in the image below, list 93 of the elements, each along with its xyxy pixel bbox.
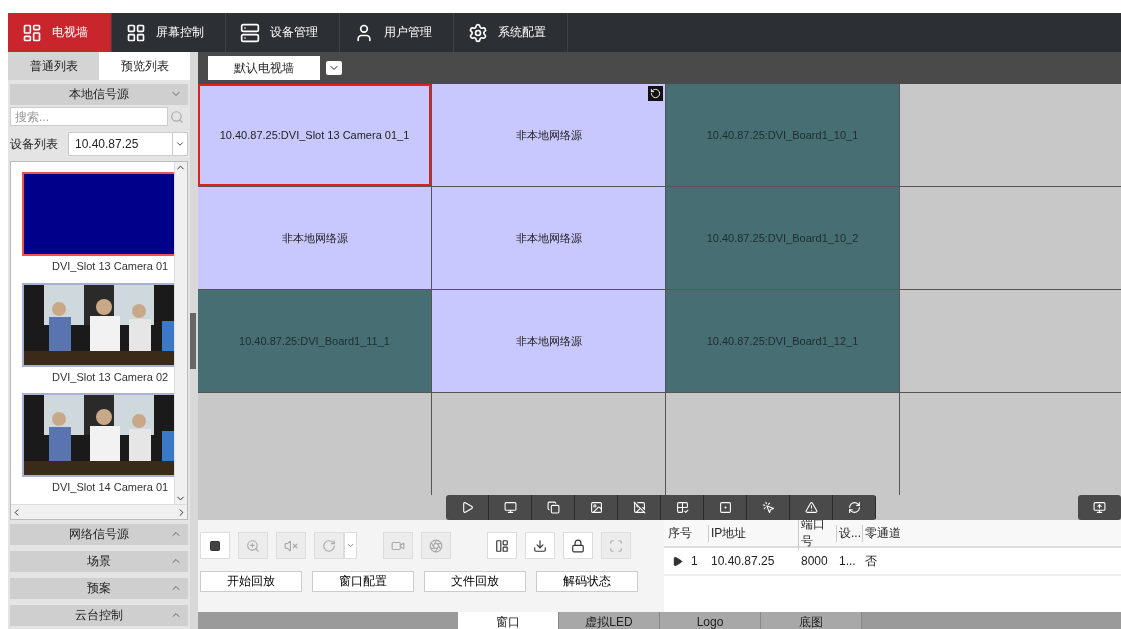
thumbnail-caption: DVI_Slot 13 Camera 01 [52,260,170,272]
image-button[interactable] [575,495,618,520]
stop-icon [209,539,221,552]
column-header[interactable]: 零通道 [862,524,922,542]
refresh-button[interactable] [833,495,876,520]
section-header[interactable]: 预案 [10,578,188,599]
device-select[interactable]: 10.40.87.25 [68,132,188,156]
section-header[interactable]: 网络信号源 [10,524,188,545]
server-icon [240,22,260,43]
window-source-label: 非本地网络源 [515,333,582,349]
window-icon [718,501,732,514]
wall-window[interactable]: 非本地网络源 [432,290,665,392]
thumbnail-caption: DVI_Slot 13 Camera 02 [52,370,170,383]
wall-window[interactable]: 非本地网络源 [432,187,665,289]
monitor-upload-icon [1093,501,1106,514]
refresh-icon [847,501,861,514]
wall-select[interactable]: 默认电视墙 [208,56,320,80]
window-source-label: 10.40.87.25:DVI_Slot 13 Camera 01_1 [219,129,410,141]
bottom-tab[interactable]: Logo [660,612,761,629]
wall-window[interactable]: 非本地网络源 [432,84,665,186]
bottom-tab[interactable]: 窗口 [458,612,559,629]
table-cell-text: 10.40.87.25 [710,554,776,568]
mute-icon [284,538,298,553]
warning-icon [804,501,818,514]
play-button[interactable] [446,495,489,520]
window-source-label: 10.40.87.25:DVI_Board1_12_1 [706,335,859,347]
wall-window[interactable]: 非本地网络源 [198,187,431,289]
list-tab[interactable]: 预览列表 [99,52,190,80]
rotate-icon [322,538,336,553]
table-cell-text: 否 [864,552,878,570]
copy-icon [546,501,560,514]
image-icon [589,501,603,514]
wall-window[interactable]: 10.40.87.25:DVI_Slot 13 Camera 01_1 [198,84,431,186]
monitor-button[interactable] [489,495,532,520]
action-button[interactable]: 开始回放 [200,571,302,592]
image-off-button[interactable] [618,495,661,520]
list-tab[interactable]: 普通列表 [8,52,99,80]
column-header[interactable]: 设... [836,524,862,542]
grid-check-button[interactable] [661,495,704,520]
upload-screen-button[interactable] [1078,495,1121,520]
window-source-label: 非本地网络源 [515,230,582,246]
lock-icon [571,538,585,553]
table-cell-text: 8000 [800,554,829,568]
table-cell-text: 1 [691,554,699,568]
wall-grid-icon [22,22,42,43]
section-header[interactable]: 本地信号源 [10,84,188,105]
window-source-label: 10.40.87.25:DVI_Board1_10_2 [706,232,859,244]
wall-dropdown-button[interactable] [326,61,342,75]
window-button[interactable] [704,495,747,520]
window-source-label: 非本地网络源 [515,127,582,143]
user-icon [354,22,374,43]
grid-check-icon [675,501,689,514]
grid-icon [126,22,146,43]
pointer-button[interactable] [747,495,790,520]
image-off-icon [632,501,646,514]
layout-button[interactable] [487,532,517,559]
play-icon [460,501,474,514]
window-source-label: 10.40.87.25:DVI_Board1_10_1 [706,129,859,141]
thumbnail[interactable] [22,172,174,256]
table-cell-text: 1... [838,554,857,568]
device-list-label: 设备列表 [10,135,58,153]
column-header[interactable]: 序号 [664,524,708,542]
search-field[interactable]: 搜索... [10,107,168,126]
copy-button[interactable] [532,495,575,520]
fullscreen-icon [609,538,623,553]
layout-icon [495,538,509,553]
zoom-icon [246,538,260,553]
section-header[interactable]: 场景 [10,551,188,572]
lock-button[interactable] [563,532,593,559]
monitor-icon [503,501,517,514]
download-button[interactable] [525,532,555,559]
column-header[interactable]: IP地址 [708,524,798,542]
bottom-tab[interactable]: 底图 [761,612,862,629]
settings-icon [468,22,488,43]
window-source-label: 非本地网络源 [281,230,348,246]
expand-icon[interactable] [672,555,683,567]
action-button[interactable]: 窗口配置 [312,571,414,592]
bottom-tab[interactable]: 虚拟LED [559,612,660,629]
pointer-icon [761,501,775,514]
nav-tab[interactable]: 电视墙 [8,13,112,52]
caret-icon [346,541,355,550]
aperture-icon [429,538,443,553]
rotate-icon[interactable] [648,86,663,101]
action-button[interactable]: 文件回放 [424,571,526,592]
thumbnail-caption: DVI_Slot 14 Camera 01 [52,481,170,494]
warning-button[interactable] [790,495,833,520]
action-button[interactable]: 解码状态 [536,571,638,592]
window-source-label: 10.40.87.25:DVI_Board1_11_1 [239,335,390,347]
download-icon [533,538,547,553]
stop-button[interactable] [200,532,230,559]
caret-icon [175,139,185,149]
section-header[interactable]: 云台控制 [10,605,188,626]
collapse-handle[interactable] [190,312,196,369]
